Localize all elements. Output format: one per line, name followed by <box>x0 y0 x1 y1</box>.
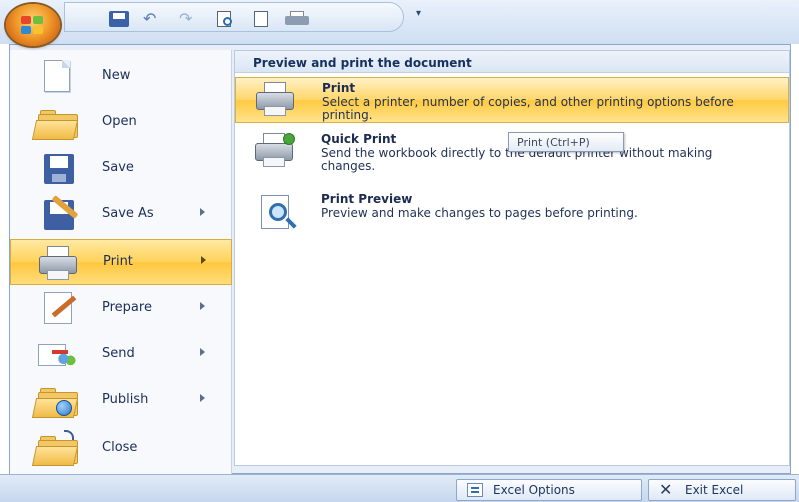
print-option-print[interactable]: Print Select a printer, number of copies… <box>235 77 789 123</box>
quick-print-icon <box>249 131 301 173</box>
office-logo-icon <box>21 16 45 34</box>
open-folder-icon <box>31 104 80 142</box>
printer-icon <box>250 80 302 122</box>
new-document-icon[interactable] <box>251 11 271 27</box>
save-as-icon <box>32 195 80 234</box>
publish-icon <box>31 382 80 420</box>
option-title: Print <box>322 81 356 95</box>
menu-item-close[interactable]: Close <box>10 426 232 472</box>
menu-item-label: Open <box>102 114 137 129</box>
menu-item-label: Prepare <box>102 300 152 315</box>
excel-options-button[interactable]: Excel Options <box>456 479 642 501</box>
menu-footer: Excel Options ✕ Exit Excel <box>0 474 799 502</box>
new-document-icon <box>32 58 80 96</box>
print-preview-icon[interactable] <box>215 11 235 27</box>
print-submenu: Preview and print the document Print Sel… <box>234 50 790 466</box>
excel-options-label: Excel Options <box>493 483 575 497</box>
quick-access-strip: ↶ ↷ <box>64 2 404 32</box>
option-description: Preview and make changes to pages before… <box>321 206 638 220</box>
prepare-icon <box>32 290 80 328</box>
submenu-arrow-icon <box>200 394 205 402</box>
options-icon <box>467 483 483 497</box>
send-icon <box>32 336 80 374</box>
option-description: Select a printer, number of copies, and … <box>322 95 734 122</box>
menu-item-label: Publish <box>102 392 149 407</box>
print-shortcut-tooltip: Print (Ctrl+P) <box>508 132 624 152</box>
exit-excel-button[interactable]: ✕ Exit Excel <box>648 479 796 501</box>
submenu-header: Preview and print the document <box>235 51 789 73</box>
menu-item-label: Close <box>102 440 138 455</box>
menu-item-label: Send <box>102 346 135 361</box>
submenu-arrow-icon <box>200 348 205 356</box>
save-icon[interactable] <box>109 11 129 27</box>
print-option-print-preview[interactable]: Print Preview Preview and make changes t… <box>235 189 789 235</box>
redo-icon[interactable]: ↷ <box>179 11 199 27</box>
menu-item-save[interactable]: Save <box>10 146 232 192</box>
menu-item-label: Save As <box>102 206 154 221</box>
quick-access-toolbar: ↶ ↷ ▾ <box>0 0 799 44</box>
menu-item-label: Print <box>103 254 133 269</box>
menu-item-new[interactable]: New <box>10 54 232 100</box>
submenu-arrow-icon <box>200 302 205 310</box>
menu-item-label: New <box>102 68 131 83</box>
menu-item-save-as[interactable]: Save As <box>10 192 232 238</box>
quick-print-icon[interactable] <box>285 11 311 27</box>
submenu-arrow-icon <box>200 208 205 216</box>
print-preview-icon <box>249 191 301 233</box>
save-disk-icon <box>32 150 80 188</box>
close-icon: ✕ <box>659 480 673 499</box>
menu-item-open[interactable]: Open <box>10 100 232 146</box>
option-title: Quick Print <box>321 132 397 146</box>
menu-item-prepare[interactable]: Prepare <box>10 286 232 332</box>
menu-item-label: Save <box>102 160 134 175</box>
undo-icon[interactable]: ↶ <box>143 11 163 27</box>
printer-icon <box>33 244 81 282</box>
exit-excel-label: Exit Excel <box>685 483 744 497</box>
menu-item-send[interactable]: Send <box>10 332 232 378</box>
close-folder-icon <box>31 430 80 468</box>
option-title: Print Preview <box>321 192 413 206</box>
office-button[interactable] <box>6 4 60 46</box>
submenu-arrow-icon <box>201 256 206 264</box>
menu-item-print[interactable]: Print <box>10 239 232 285</box>
menu-item-publish[interactable]: Publish <box>10 378 232 424</box>
office-menu-commands: New Open Save Save As Print Prepare Send… <box>10 50 232 474</box>
customize-dropdown-icon[interactable]: ▾ <box>416 8 421 19</box>
